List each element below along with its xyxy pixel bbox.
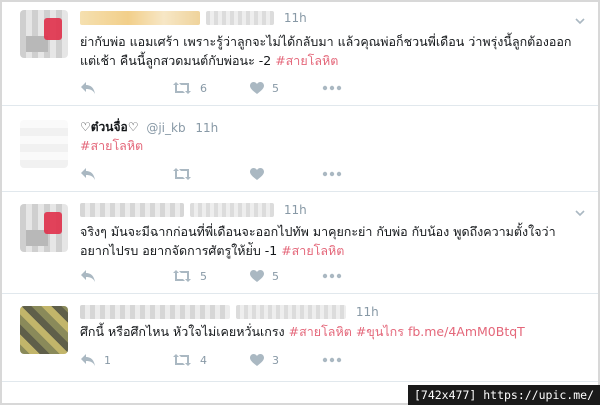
retweet-button[interactable]: 4: [172, 352, 207, 368]
retweet-icon: [173, 168, 191, 180]
more-button[interactable]: [322, 80, 342, 96]
like-button[interactable]: 5: [250, 268, 279, 284]
avatar[interactable]: [20, 10, 68, 58]
retweet-button[interactable]: 5: [172, 268, 207, 284]
more-dots-icon: [322, 171, 342, 177]
heart-icon: [250, 167, 264, 180]
reply-icon: [81, 82, 95, 94]
image-host-watermark: [742x477] https://upic.me/: [407, 385, 600, 405]
retweet-icon: [173, 82, 191, 94]
tweet[interactable]: 11h ศึกนี้ หรือศึกไหน หัวใจไม่เคยหวั่นเก…: [2, 294, 598, 382]
retweet-count: 6: [200, 81, 207, 95]
tweet-actions: [80, 166, 380, 182]
handle-blurred[interactable]: [206, 10, 274, 25]
tweet-text: ย่ากับพ่อ แอมเศร้า เพราะรู้ว่าลูกจะไม่ได…: [80, 32, 580, 70]
reply-count: 1: [104, 353, 111, 367]
tweet[interactable]: ♡ต๋วนจื่อ♡ @ji_kb 11h #สายโลหิต: [2, 106, 598, 192]
tweet-text: #สายโลหิต: [80, 136, 580, 155]
reply-icon: [81, 354, 95, 366]
more-button[interactable]: [322, 166, 342, 182]
timestamp[interactable]: 11h: [195, 121, 218, 135]
chevron-down-icon[interactable]: [574, 12, 586, 25]
retweet-button[interactable]: [172, 166, 200, 182]
more-button[interactable]: [322, 352, 342, 368]
reply-button[interactable]: 1: [80, 352, 111, 368]
like-button[interactable]: [250, 166, 272, 182]
retweet-count: 5: [200, 269, 207, 283]
heart-icon: [250, 353, 264, 366]
like-button[interactable]: 3: [250, 352, 279, 368]
more-dots-icon: [322, 273, 342, 279]
display-name[interactable]: ♡ต๋วนจื่อ♡: [80, 120, 139, 134]
heart-icon: [250, 269, 264, 282]
display-name-blurred[interactable]: [80, 304, 230, 319]
reply-icon: [81, 270, 95, 282]
hashtag-link[interactable]: #ขุนไกร: [356, 324, 404, 339]
reply-button[interactable]: [80, 268, 96, 284]
reply-icon: [81, 168, 95, 180]
hashtag-link[interactable]: #สายโลหิต: [80, 138, 143, 153]
handle-blurred[interactable]: [190, 202, 274, 217]
retweet-count: 4: [200, 353, 207, 367]
avatar[interactable]: [20, 120, 68, 168]
avatar[interactable]: [20, 204, 68, 252]
timestamp[interactable]: 11h: [284, 11, 307, 25]
handle[interactable]: @ji_kb: [146, 121, 185, 135]
more-button[interactable]: [322, 268, 342, 284]
timestamp[interactable]: 11h: [356, 305, 379, 319]
hashtag-link[interactable]: #สายโลหิต: [275, 53, 338, 68]
external-link[interactable]: fb.me/4AmM0BtqT: [408, 324, 525, 339]
timestamp[interactable]: 11h: [284, 203, 307, 217]
tweet-actions: 1 4 3: [80, 352, 380, 368]
like-button[interactable]: 5: [250, 80, 279, 96]
more-dots-icon: [322, 85, 342, 91]
hashtag-link[interactable]: #สายโลหิต: [281, 243, 344, 258]
tweet[interactable]: 11h ย่ากับพ่อ แอมเศร้า เพราะรู้ว่าลูกจะไ…: [2, 2, 598, 106]
tweet-actions: 5 5: [80, 268, 380, 284]
display-name-blurred[interactable]: [80, 10, 200, 25]
chevron-down-icon[interactable]: [574, 204, 586, 217]
heart-icon: [250, 81, 264, 94]
hashtag-link[interactable]: #สายโลหิต: [289, 324, 352, 339]
retweet-icon: [173, 270, 191, 282]
tweet-text: จริงๆ มันจะมีฉากก่อนที่พี่เดือนจะออกไปทั…: [80, 222, 580, 260]
tweet[interactable]: 11h จริงๆ มันจะมีฉากก่อนที่พี่เดือนจะออก…: [2, 192, 598, 294]
retweet-icon: [173, 354, 191, 366]
tweet-body: ศึกนี้ หรือศึกไหน หัวใจไม่เคยหวั่นเกรง: [80, 324, 289, 339]
handle-blurred[interactable]: [236, 304, 346, 319]
like-count: 5: [272, 81, 279, 95]
reply-button[interactable]: [80, 80, 96, 96]
like-count: 3: [272, 353, 279, 367]
like-count: 5: [272, 269, 279, 283]
tweet-actions: 6 5: [80, 80, 380, 96]
tweet-text: ศึกนี้ หรือศึกไหน หัวใจไม่เคยหวั่นเกรง #…: [80, 322, 580, 341]
avatar[interactable]: [20, 306, 68, 354]
display-name-blurred[interactable]: [80, 202, 184, 217]
more-dots-icon: [322, 357, 342, 363]
reply-button[interactable]: [80, 166, 96, 182]
retweet-button[interactable]: 6: [172, 80, 207, 96]
